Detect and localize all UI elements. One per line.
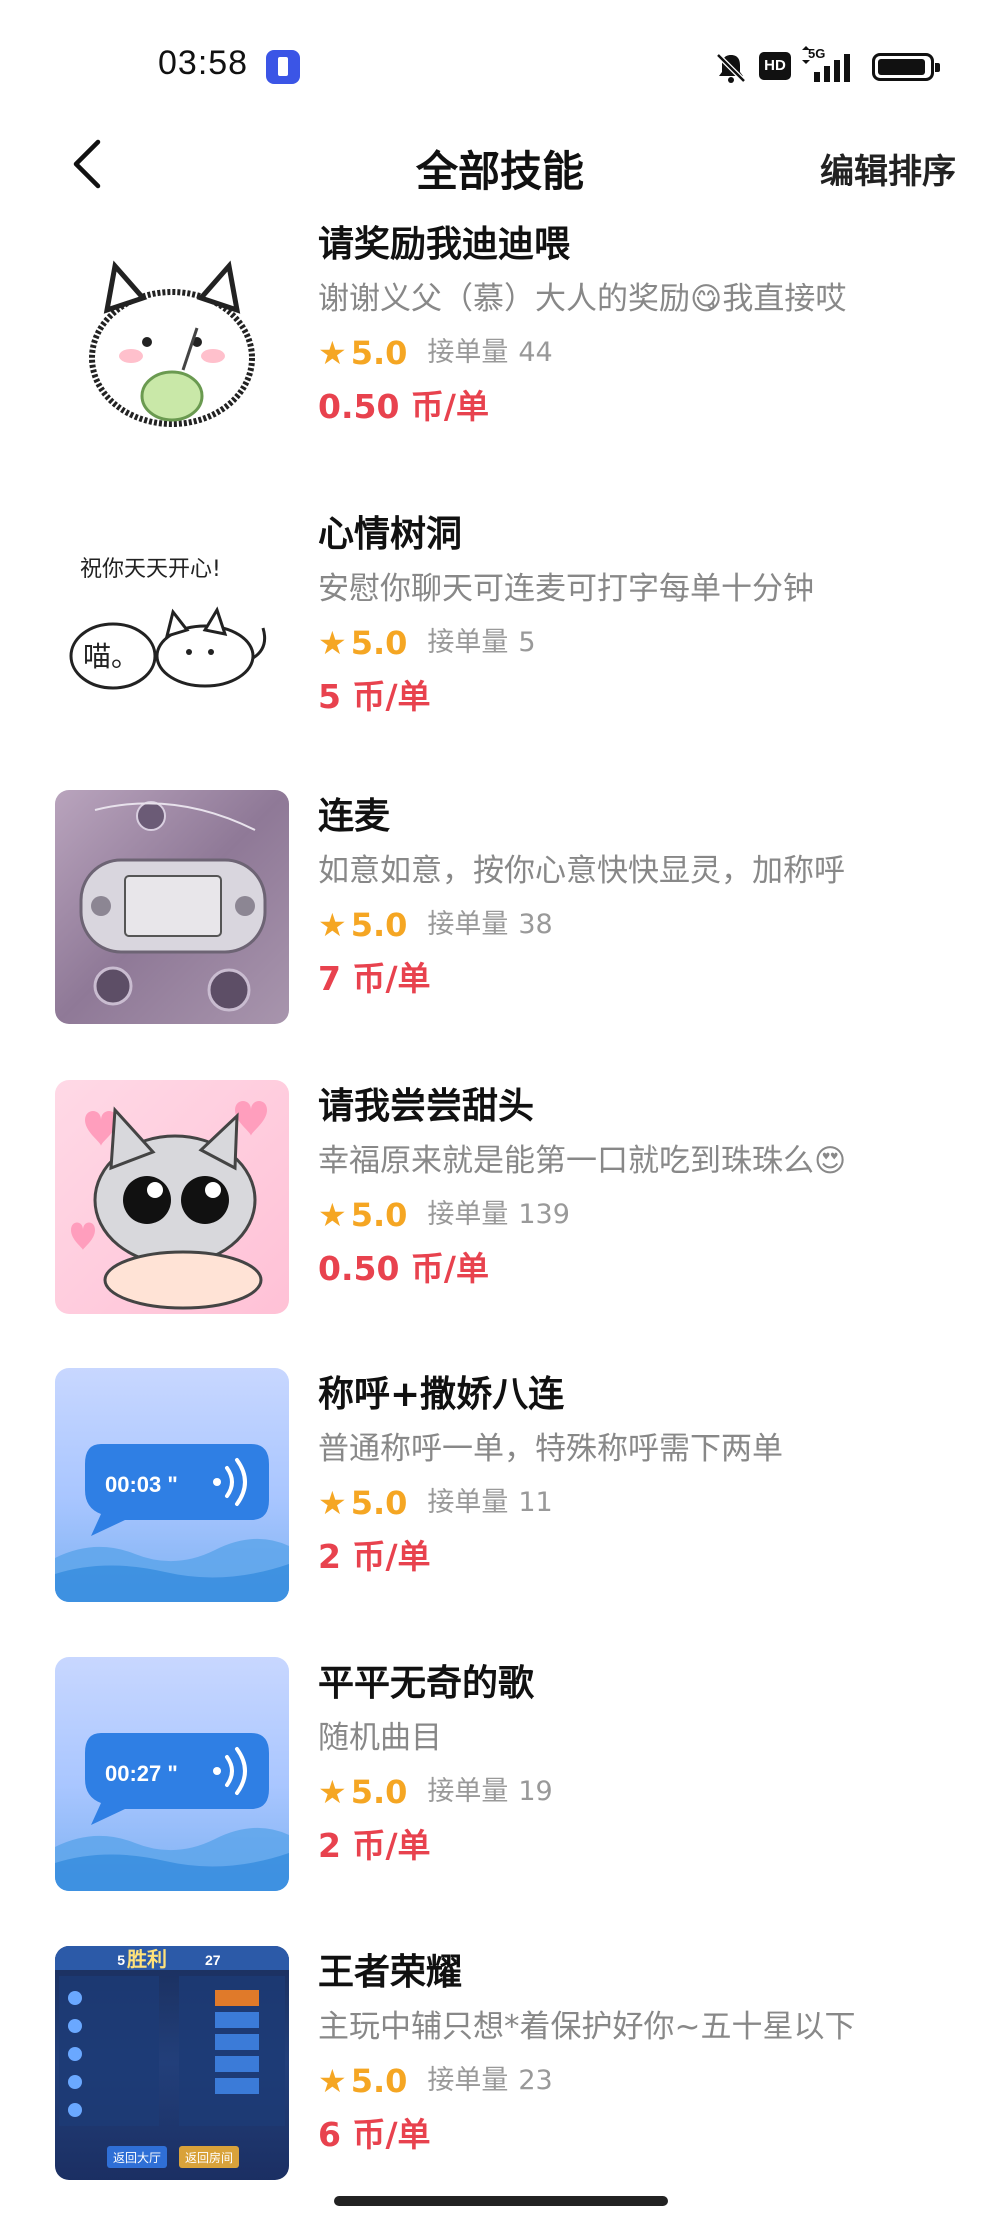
skill-info: 连麦 如意如意，按你心意快快显灵，加称呼 ★ 5.0 接单量 38 7 币/单 <box>318 790 960 1006</box>
skill-stats: ★ 5.0 接单量 23 <box>318 2054 960 2108</box>
torch-icon <box>266 50 300 84</box>
skill-stats: ★ 5.0 接单量 44 <box>318 326 960 380</box>
battery-icon <box>872 53 940 81</box>
orders-count: 19 <box>518 1776 553 1807</box>
edit-sort-button[interactable]: 编辑排序 <box>820 144 956 193</box>
star-icon: ★ <box>318 624 347 662</box>
skill-stats: ★ 5.0 接单量 5 <box>318 616 960 670</box>
skill-rating: 5.0 <box>350 2062 408 2100</box>
skill-title: 请我尝尝甜头 <box>318 1086 535 1127</box>
star-icon: ★ <box>318 334 347 372</box>
orders-label: 接单量 <box>427 337 509 368</box>
skill-rating: 5.0 <box>350 1773 408 1811</box>
skill-description: 主玩中辅只想*着保护好你~五十星以下 <box>318 2009 856 2045</box>
skill-title: 心情树洞 <box>318 514 463 555</box>
orders-count: 44 <box>518 337 553 368</box>
orders-label: 接单量 <box>427 1199 509 1230</box>
skill-thumbnail-cat-drinking <box>55 218 289 452</box>
skill-description: 谢谢义父（慕）大人的奖励😋我直接哎 <box>318 281 847 317</box>
voice-duration: 00:03 " <box>105 1472 178 1497</box>
skill-description: 普通称呼一单，特殊称呼需下两单 <box>318 1431 783 1467</box>
skill-thumbnail-cat-hearts <box>55 1080 289 1314</box>
skill-price: 7 币/单 <box>318 959 431 998</box>
skill-thumbnail-cat-doodle: 祝你天天开心! 喵。 <box>55 508 289 742</box>
nav-bar: 全部技能 编辑排序 <box>0 120 1000 210</box>
orders-label: 接单量 <box>427 627 509 658</box>
skill-item[interactable]: 00:27 " 平平无奇的歌 随机曲目 ★ 5.0 接单量 19 2 币/单 <box>0 1657 1000 1897</box>
game-score-right: 27 <box>205 1952 221 1968</box>
star-icon: ★ <box>318 1484 347 1522</box>
skill-price: 2 币/单 <box>318 1826 431 1865</box>
home-indicator[interactable] <box>334 2196 668 2206</box>
skill-item[interactable]: 祝你天天开心! 喵。 心情树洞 安慰你聊天可连麦可打字每单十分钟 ★ 5.0 接… <box>0 508 1000 748</box>
skill-stats: ★ 5.0 接单量 11 <box>318 1476 960 1530</box>
skill-item[interactable]: 连麦 如意如意，按你心意快快显灵，加称呼 ★ 5.0 接单量 38 7 币/单 <box>0 790 1000 1030</box>
orders-count: 139 <box>518 1199 570 1230</box>
star-icon: ★ <box>318 2062 347 2100</box>
skill-title: 王者荣耀 <box>318 1952 463 1993</box>
skill-stats: ★ 5.0 接单量 139 <box>318 1188 960 1242</box>
orders-count: 5 <box>518 627 536 658</box>
skill-info: 称呼+撒娇八连 普通称呼一单，特殊称呼需下两单 ★ 5.0 接单量 11 2 币… <box>318 1368 960 1584</box>
doodle-meow: 喵。 <box>83 640 139 673</box>
game-victory-text: 胜利 <box>127 1947 167 1971</box>
skill-stats: ★ 5.0 接单量 19 <box>318 1765 960 1819</box>
skill-title: 平平无奇的歌 <box>318 1663 535 1704</box>
orders-label: 接单量 <box>427 1487 509 1518</box>
skill-description: 安慰你聊天可连麦可打字每单十分钟 <box>318 571 814 607</box>
skill-item[interactable]: 胜利 5 27 返回大厅 返回房间 王者荣耀 主玩中辅只想*着保护好你~五十星以… <box>0 1946 1000 2186</box>
skill-rating: 5.0 <box>350 334 408 372</box>
skill-item[interactable]: 00:03 " 称呼+撒娇八连 普通称呼一单，特殊称呼需下两单 ★ 5.0 接单… <box>0 1368 1000 1608</box>
skill-description: 随机曲目 <box>318 1720 442 1756</box>
skill-info: 心情树洞 安慰你聊天可连麦可打字每单十分钟 ★ 5.0 接单量 5 5 币/单 <box>318 508 960 724</box>
skill-price: 0.50 币/单 <box>318 387 489 426</box>
voice-duration: 00:27 " <box>105 1761 178 1786</box>
orders-label: 接单量 <box>427 2065 509 2096</box>
status-time: 03:58 <box>158 44 249 82</box>
skill-item[interactable]: 请奖励我迪迪喂 谢谢义父（慕）大人的奖励😋我直接哎 ★ 5.0 接单量 44 0… <box>0 218 1000 458</box>
skill-rating: 5.0 <box>350 624 408 662</box>
doodle-greeting: 祝你天天开心! <box>80 557 221 582</box>
skill-price: 6 币/单 <box>318 2115 431 2154</box>
orders-count: 23 <box>518 2065 553 2096</box>
skill-price: 2 币/单 <box>318 1537 431 1576</box>
signal-icon: 5G <box>802 46 850 82</box>
bell-off-icon <box>716 53 746 83</box>
skill-price: 5 币/单 <box>318 677 431 716</box>
skill-info: 请我尝尝甜头 幸福原来就是能第一口就吃到珠珠么😍 ★ 5.0 接单量 139 0… <box>318 1080 960 1296</box>
game-btn-room: 返回房间 <box>185 2150 233 2165</box>
hd-icon: HD <box>759 52 791 80</box>
orders-count: 11 <box>518 1487 553 1518</box>
skill-thumbnail-voice-bubble: 00:27 " <box>55 1657 289 1891</box>
star-icon: ★ <box>318 1773 347 1811</box>
skill-price: 0.50 币/单 <box>318 1249 489 1288</box>
skill-title: 连麦 <box>318 796 391 837</box>
game-btn-lobby: 返回大厅 <box>113 2151 161 2165</box>
game-score-left: 5 <box>117 1952 125 1968</box>
skill-stats: ★ 5.0 接单量 38 <box>318 898 960 952</box>
status-bar: 03:58 HD 5G <box>0 0 1000 110</box>
star-icon: ★ <box>318 906 347 944</box>
skill-description: 幸福原来就是能第一口就吃到珠珠么😍 <box>318 1143 847 1179</box>
orders-label: 接单量 <box>427 1776 509 1807</box>
skill-thumbnail-psp-console <box>55 790 289 1024</box>
orders-label: 接单量 <box>427 909 509 940</box>
skill-info: 平平无奇的歌 随机曲目 ★ 5.0 接单量 19 2 币/单 <box>318 1657 960 1873</box>
skill-item[interactable]: 请我尝尝甜头 幸福原来就是能第一口就吃到珠珠么😍 ★ 5.0 接单量 139 0… <box>0 1080 1000 1320</box>
star-icon: ★ <box>318 1196 347 1234</box>
network-type-label: 5G <box>808 46 825 61</box>
skill-rating: 5.0 <box>350 1484 408 1522</box>
orders-count: 38 <box>518 909 553 940</box>
skill-info: 请奖励我迪迪喂 谢谢义父（慕）大人的奖励😋我直接哎 ★ 5.0 接单量 44 0… <box>318 218 960 434</box>
skill-thumbnail-game-result: 胜利 5 27 返回大厅 返回房间 <box>55 1946 289 2180</box>
skill-thumbnail-voice-bubble: 00:03 " <box>55 1368 289 1602</box>
skill-title: 称呼+撒娇八连 <box>318 1374 565 1415</box>
skill-rating: 5.0 <box>350 1196 408 1234</box>
skill-info: 王者荣耀 主玩中辅只想*着保护好你~五十星以下 ★ 5.0 接单量 23 6 币… <box>318 1946 960 2162</box>
skill-description: 如意如意，按你心意快快显灵，加称呼 <box>318 853 845 889</box>
skill-title: 请奖励我迪迪喂 <box>318 224 571 265</box>
skill-rating: 5.0 <box>350 906 408 944</box>
